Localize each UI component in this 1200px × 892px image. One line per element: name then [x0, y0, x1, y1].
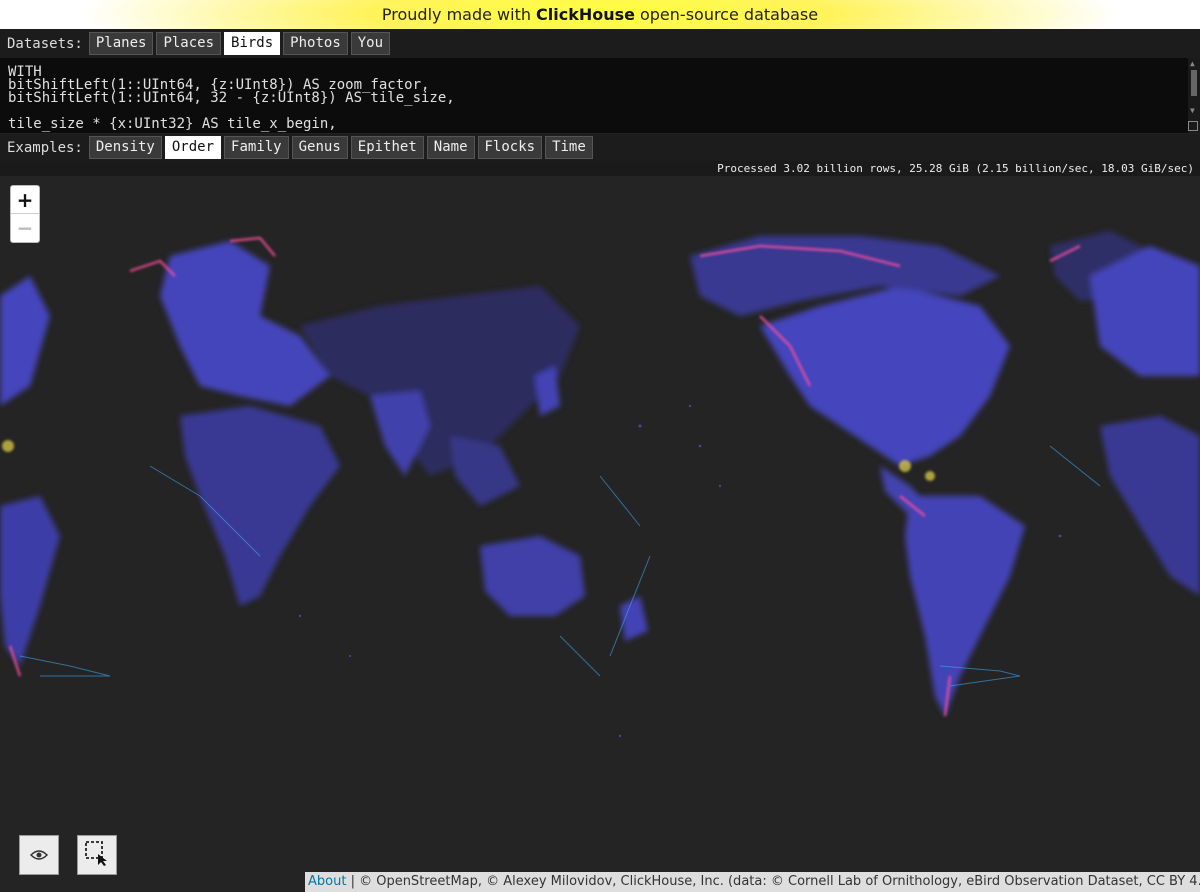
dataset-photos-button[interactable]: Photos	[283, 32, 348, 55]
datasets-label: Datasets:	[7, 35, 83, 52]
zoom-out-button[interactable]: −	[11, 214, 39, 241]
example-family-button[interactable]: Family	[224, 136, 289, 159]
dataset-planes-button[interactable]: Planes	[88, 32, 154, 55]
query-text[interactable]: WITH bitShiftLeft(1::UInt64, {z:UInt8}) …	[0, 58, 1200, 131]
example-name-button[interactable]: Name	[426, 136, 475, 159]
attribution-text: | © OpenStreetMap, © Alexey Milovidov, C…	[346, 874, 1200, 889]
dataset-places-button[interactable]: Places	[156, 32, 222, 55]
dataset-birds-button[interactable]: Birds	[224, 32, 281, 55]
promo-banner[interactable]: Proudly made with ClickHouse open-source…	[0, 0, 1200, 29]
map-attribution: About | © OpenStreetMap, © Alexey Milovi…	[305, 872, 1200, 892]
stats-bar: Processed 3.02 billion rows, 25.28 GiB (…	[0, 161, 1200, 176]
scroll-down-icon[interactable]: ▼	[1190, 106, 1195, 115]
dataset-you-button[interactable]: You	[350, 32, 391, 55]
banner-brand: ClickHouse	[536, 5, 635, 24]
query-editor[interactable]: WITH bitShiftLeft(1::UInt64, {z:UInt8}) …	[0, 58, 1200, 133]
about-link[interactable]: About	[308, 874, 346, 889]
eye-button[interactable]	[19, 835, 59, 875]
selection-icon	[84, 840, 110, 870]
example-epithet-button[interactable]: Epithet	[350, 136, 424, 159]
example-density-button[interactable]: Density	[88, 136, 162, 159]
selection-button[interactable]	[77, 835, 117, 875]
example-order-button[interactable]: Order	[164, 136, 222, 159]
zoom-control: + −	[10, 185, 40, 243]
example-genus-button[interactable]: Genus	[291, 136, 348, 159]
query-stats: Processed 3.02 billion rows, 25.28 GiB (…	[717, 162, 1194, 175]
example-time-button[interactable]: Time	[545, 136, 593, 159]
datasets-bar: Datasets: Planes Places Birds Photos You	[0, 29, 1200, 58]
eye-icon	[29, 846, 49, 865]
banner-prefix: Proudly made with	[381, 5, 531, 24]
zoom-in-button[interactable]: +	[11, 186, 39, 214]
examples-bar: Examples: Density Order Family Genus Epi…	[0, 134, 1200, 161]
example-flocks-button[interactable]: Flocks	[477, 136, 543, 159]
examples-label: Examples:	[7, 139, 83, 156]
map-canvas[interactable]	[0, 176, 1200, 892]
map-visualization	[0, 176, 1200, 892]
resize-handle-icon[interactable]	[1188, 121, 1198, 131]
scroll-up-icon[interactable]: ▲	[1190, 59, 1195, 68]
scroll-thumb[interactable]	[1191, 70, 1197, 96]
banner-suffix: open-source database	[639, 5, 819, 24]
